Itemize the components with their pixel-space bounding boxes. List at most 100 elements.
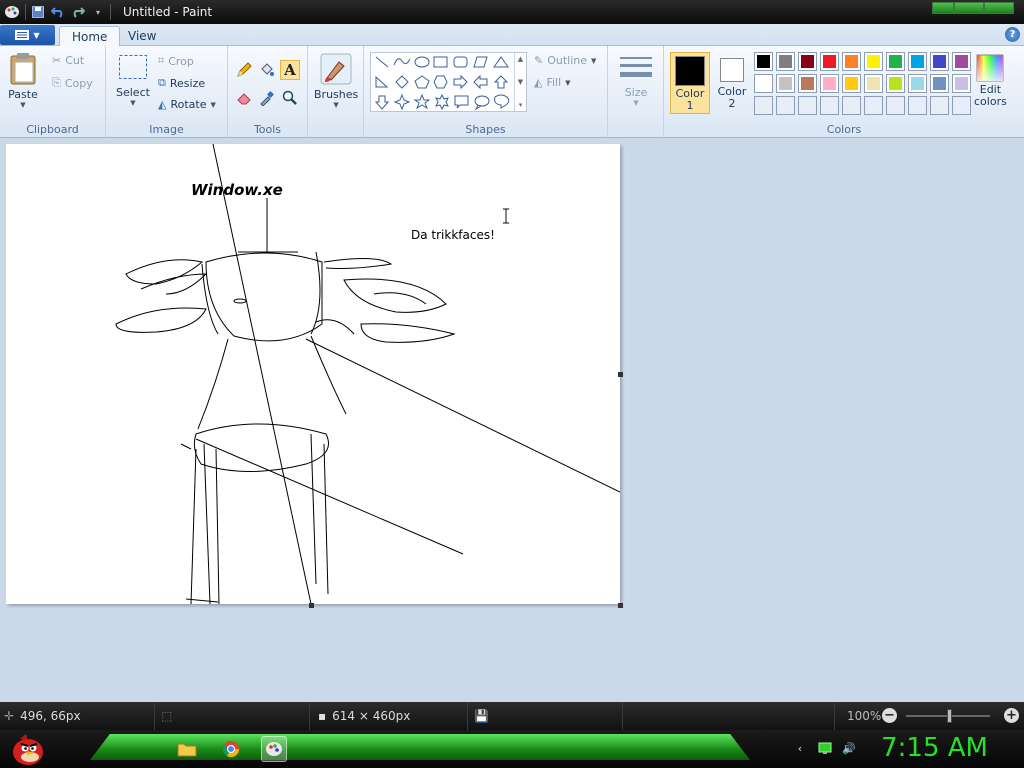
custom-color-slot[interactable]	[952, 96, 971, 115]
eraser-icon[interactable]	[234, 88, 254, 108]
angry-bird-start-icon[interactable]	[6, 731, 48, 767]
custom-color-slot[interactable]	[908, 96, 927, 115]
brushes-label: Brushes	[314, 88, 359, 101]
select-button[interactable]: Select ▼	[116, 54, 150, 107]
zoom-slider-thumb[interactable]	[947, 709, 952, 723]
color-swatch[interactable]	[886, 52, 905, 71]
color1-button[interactable]: Color 1	[670, 52, 710, 114]
menu-icon	[15, 30, 30, 40]
color-swatch[interactable]	[930, 52, 949, 71]
fill-button[interactable]: ◭ Fill ▼	[534, 76, 571, 89]
show-hidden-icons[interactable]: ‹	[792, 740, 808, 756]
custom-color-slot[interactable]	[886, 96, 905, 115]
custom-color-slot[interactable]	[930, 96, 949, 115]
maximize-button[interactable]	[954, 2, 984, 14]
select-rectangle-icon	[118, 55, 147, 79]
color-swatch[interactable]	[776, 52, 795, 71]
color-swatch[interactable]	[908, 74, 927, 93]
color-swatch[interactable]	[864, 52, 883, 71]
paste-button[interactable]: Paste ▼	[8, 52, 38, 109]
zoom-out-button[interactable]: −	[882, 708, 897, 723]
window-title: Untitled - Paint	[123, 5, 213, 19]
color-swatch[interactable]	[842, 74, 861, 93]
custom-color-slot[interactable]	[754, 96, 773, 115]
color-swatch[interactable]	[820, 52, 839, 71]
color-swatch[interactable]	[952, 74, 971, 93]
rotate-button[interactable]: ◭ Rotate ▼	[158, 98, 216, 111]
cursor-coordinates: 496, 66px	[20, 709, 81, 723]
color-swatch[interactable]	[798, 52, 817, 71]
text-tool-icon[interactable]: A	[280, 60, 300, 80]
app-menu-button[interactable]: ▼	[0, 25, 55, 45]
color-swatch[interactable]	[820, 74, 839, 93]
image-group: Select ▼ ⌗ Crop ⧉ Resize ◭ Rotate ▼ Image	[106, 46, 228, 138]
save-icon[interactable]	[30, 4, 46, 20]
size-button[interactable]: Size ▼	[620, 54, 652, 107]
redo-icon[interactable]	[70, 4, 86, 20]
custom-color-slot[interactable]	[776, 96, 795, 115]
custom-color-slot[interactable]	[864, 96, 883, 115]
pencil-icon[interactable]	[234, 60, 254, 80]
color2-button[interactable]: Color 2	[714, 56, 750, 110]
brushes-button[interactable]: Brushes ▼	[314, 52, 358, 109]
help-icon[interactable]: ?	[1005, 27, 1020, 42]
paint-app-icon[interactable]	[3, 3, 21, 21]
color-swatch[interactable]	[754, 52, 773, 71]
customize-qat-icon[interactable]: ▾	[90, 4, 106, 20]
color-swatch[interactable]	[842, 52, 861, 71]
custom-color-slot[interactable]	[842, 96, 861, 115]
color-swatch[interactable]	[864, 74, 883, 93]
crosshair-icon: ✛	[4, 709, 15, 723]
rainbow-icon	[976, 54, 1004, 82]
color-swatch[interactable]	[930, 74, 949, 93]
network-icon[interactable]	[817, 740, 833, 756]
copy-icon: ⎘	[52, 76, 61, 89]
copy-button[interactable]: ⎘ Copy	[52, 76, 93, 90]
tab-home[interactable]: Home	[59, 26, 121, 46]
selection-icon: ⬚	[161, 709, 173, 723]
taskbar-clock[interactable]: 7:15 AM	[881, 733, 988, 763]
colors-group: Color 1 Color 2 Edit colors Colors	[664, 46, 1024, 138]
outline-label: Outline	[547, 54, 588, 67]
chrome-icon[interactable]	[218, 736, 244, 762]
tab-view[interactable]: View	[116, 26, 168, 46]
cut-button[interactable]: ✂ Cut	[52, 54, 84, 67]
crop-button[interactable]: ⌗ Crop	[158, 54, 194, 68]
outline-button[interactable]: ✎ Outline ▼	[534, 54, 596, 67]
undo-icon[interactable]	[50, 4, 66, 20]
drawing-strokes: Window.xe Da trikkfaces!	[115, 144, 620, 604]
volume-icon[interactable]: 🔊	[841, 740, 857, 756]
outline-icon: ✎	[534, 54, 544, 67]
drawing-canvas[interactable]: Window.xe Da trikkfaces!	[6, 144, 620, 604]
resize-handle-bottom[interactable]	[309, 603, 314, 608]
shapes-scrollbar[interactable]: ▲ ▼ ▾	[514, 53, 526, 111]
color-swatch[interactable]	[798, 74, 817, 93]
close-button[interactable]	[984, 2, 1014, 14]
color-swatch[interactable]	[952, 52, 971, 71]
resize-handle-right[interactable]	[618, 372, 623, 377]
disk-icon: 💾	[474, 709, 489, 723]
shapes-palette-icon	[374, 56, 510, 111]
paste-label: Paste	[8, 88, 38, 101]
resize-button[interactable]: ⧉ Resize	[158, 76, 205, 90]
color-swatch[interactable]	[886, 74, 905, 93]
color-picker-icon[interactable]	[257, 88, 277, 108]
magnifier-icon[interactable]	[280, 88, 300, 108]
edit-colors-button[interactable]: Edit colors	[974, 54, 1007, 108]
minimize-button[interactable]	[932, 2, 954, 14]
fill-bucket-icon[interactable]	[257, 60, 277, 80]
clipboard-group-label: Clipboard	[26, 123, 79, 136]
paint-taskbar-icon[interactable]	[261, 736, 287, 762]
image-dimensions: 614 × 460px	[332, 709, 411, 723]
color-swatch[interactable]	[776, 74, 795, 93]
expand-icon: ▾	[518, 101, 523, 109]
custom-color-slot[interactable]	[798, 96, 817, 115]
folder-icon[interactable]	[174, 736, 200, 762]
color-swatch[interactable]	[908, 52, 927, 71]
shapes-group-label: Shapes	[465, 123, 506, 136]
resize-handle-corner[interactable]	[618, 603, 623, 608]
custom-color-slot[interactable]	[820, 96, 839, 115]
shapes-gallery[interactable]: ▲ ▼ ▾	[370, 52, 527, 112]
color-swatch[interactable]	[754, 74, 773, 93]
zoom-in-button[interactable]: +	[1004, 708, 1019, 723]
